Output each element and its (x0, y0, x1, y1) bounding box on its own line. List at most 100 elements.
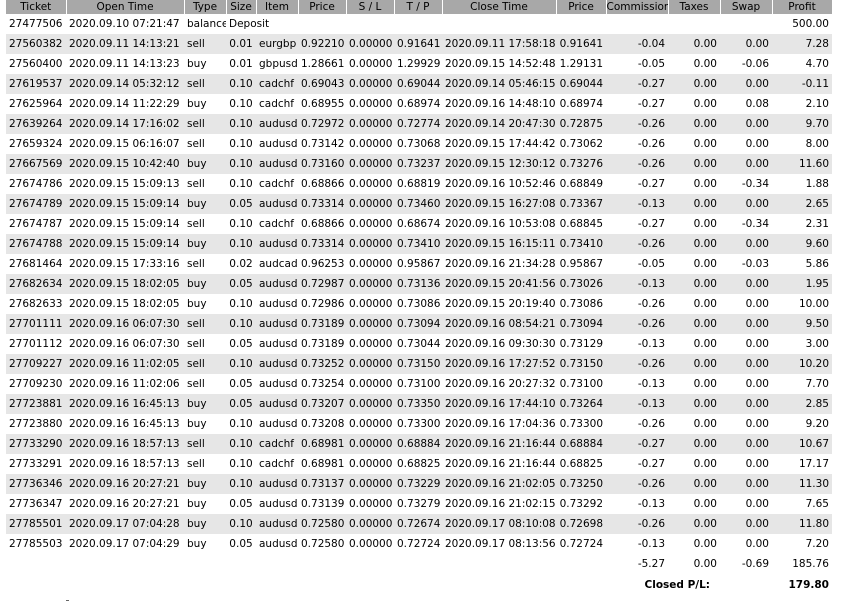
trade-row[interactable]: 27733290 2020.09.16 18:57:13 sell 0.10 cadch… (6, 434, 832, 454)
close-price-cell: 0.73300 (559, 418, 603, 430)
trade-row[interactable]: 27709230 2020.09.16 11:02:06 sell 0.05 audus… (6, 374, 832, 394)
trade-row[interactable]: 27736347 2020.09.16 20:27:21 buy 0.05 audusd… (6, 494, 832, 514)
item-cell: audusd (259, 338, 298, 350)
item-cell: audusd (256, 394, 298, 414)
trade-row[interactable]: 27619537 2020.09.14 05:32:12 sell 0.10 cadch… (6, 74, 832, 94)
commission-cell: -0.27 (637, 178, 665, 190)
sl-cell: 0.00000 (349, 218, 393, 230)
trade-row[interactable]: 27659324 2020.09.15 06:16:07 sell 0.10 audus… (6, 134, 832, 154)
trade-row[interactable]: 27674789 2020.09.15 15:09:14 buy 0.05 audusd… (6, 194, 832, 214)
trade-row[interactable]: 27682634 2020.09.15 18:02:05 buy 0.05 audusd… (6, 274, 832, 294)
trade-row[interactable]: 27701112 2020.09.16 06:07:30 sell 0.05 audus… (6, 334, 832, 354)
col-header-taxes[interactable]: Taxes (668, 0, 721, 14)
totals-spacer (6, 554, 606, 574)
size-cell: 0.01 (229, 58, 253, 70)
sl-cell: 0.00000 (346, 234, 394, 254)
commission-cell: -0.13 (606, 274, 668, 294)
sl-cell: 0.00000 (349, 138, 393, 150)
totals-row: -5.27 0.00 -0.69 185.76 (6, 554, 832, 574)
trade-row[interactable]: 27560400 2020.09.11 14:13:23 buy 0.01 gbpusd… (6, 54, 832, 74)
tp-cell: 0.68884 (394, 434, 442, 454)
col-header-swap[interactable]: Swap (720, 0, 773, 14)
swap-cell: 0.00 (745, 338, 769, 350)
close-time-cell: 2020.09.15 16:15:11 (442, 234, 556, 254)
swap-cell: 0.08 (745, 98, 769, 110)
trade-row[interactable]: 27667569 2020.09.15 10:42:40 buy 0.10 audusd… (6, 154, 832, 174)
taxes-cell: 0.00 (668, 74, 720, 94)
balance-row[interactable]: 27477506 2020.09.10 07:21:47 balance Dep… (6, 14, 832, 34)
size-cell: 0.05 (226, 274, 256, 294)
close-time-cell: 2020.09.16 17:04:36 (445, 418, 556, 430)
sl-cell: 0.00000 (349, 418, 393, 430)
ticket-cell: 27674786 (9, 178, 63, 190)
trade-row[interactable]: 27639264 2020.09.14 17:16:02 sell 0.10 audus… (6, 114, 832, 134)
open-time-cell: 2020.09.15 18:02:05 (66, 274, 184, 294)
commission-cell: -0.27 (606, 434, 668, 454)
item-cell: audusd (256, 114, 298, 134)
open-price-cell: 0.68955 (301, 98, 345, 110)
swap-cell: 0.00 (720, 234, 772, 254)
ticket-cell: 27723881 (6, 394, 66, 414)
trade-row[interactable]: 27560382 2020.09.11 14:13:21 sell 0.01 eurgb… (6, 34, 832, 54)
sl-cell: 0.00000 (349, 538, 393, 550)
trade-row[interactable]: 27682633 2020.09.15 18:02:05 buy 0.10 audusd… (6, 294, 832, 314)
commission-cell: -0.04 (606, 34, 668, 54)
trade-row[interactable]: 27674788 2020.09.15 15:09:14 buy 0.10 audusd… (6, 234, 832, 254)
col-header-close-price[interactable]: Price (556, 0, 607, 14)
profit-cell: 7.20 (805, 538, 829, 550)
trade-row[interactable]: 27681464 2020.09.15 17:33:16 sell 0.02 audca… (6, 254, 832, 274)
col-header-open-price[interactable]: Price (298, 0, 347, 14)
trade-row[interactable]: 27736346 2020.09.16 20:27:21 buy 0.10 audusd… (6, 474, 832, 494)
size-cell: 0.05 (226, 194, 256, 214)
sl-cell: 0.00000 (346, 354, 394, 374)
open-price-cell: 0.92210 (298, 34, 346, 54)
taxes-cell: 0.00 (668, 34, 720, 54)
col-header-close-time[interactable]: Close Time (442, 0, 557, 14)
col-header-sl[interactable]: S / L (346, 0, 395, 14)
trade-row[interactable]: 27674786 2020.09.15 15:09:13 sell 0.10 cadch… (6, 174, 832, 194)
type-cell: buy (184, 274, 226, 294)
trade-row[interactable]: 27701111 2020.09.16 06:07:30 sell 0.10 audus… (6, 314, 832, 334)
col-header-type[interactable]: Type (184, 0, 227, 14)
trade-row[interactable]: 27674787 2020.09.15 15:09:14 sell 0.10 cadch… (6, 214, 832, 234)
open-price-cell: 1.28661 (301, 58, 345, 70)
trade-row[interactable]: 27709227 2020.09.16 11:02:05 sell 0.10 audus… (6, 354, 832, 374)
size-cell: 0.10 (226, 74, 256, 94)
trade-row[interactable]: 27723881 2020.09.16 16:45:13 buy 0.05 audusd… (6, 394, 832, 414)
sl-cell: 0.00000 (349, 298, 393, 310)
size-cell: 0.05 (229, 538, 253, 550)
type-cell: buy (184, 154, 226, 174)
trade-row[interactable]: 27625964 2020.09.14 11:22:29 buy 0.10 cadchf… (6, 94, 832, 114)
trade-row[interactable]: 27785501 2020.09.17 07:04:28 buy 0.10 audusd… (6, 514, 832, 534)
profit-cell: 11.30 (772, 474, 832, 494)
col-header-size[interactable]: Size (226, 0, 257, 14)
sl-cell: 0.00000 (346, 274, 394, 294)
close-price-cell: 0.73264 (556, 394, 606, 414)
close-time-cell: 2020.09.16 10:52:46 (445, 178, 556, 190)
close-time-cell: 2020.09.15 14:52:48 (445, 58, 556, 70)
taxes-cell: 0.00 (693, 458, 717, 470)
open-price-cell: 0.73160 (298, 154, 346, 174)
item-cell: audusd (259, 418, 298, 430)
open-time-cell: 2020.09.14 11:22:29 (69, 98, 180, 110)
swap-cell: 0.00 (720, 154, 772, 174)
taxes-cell: 0.00 (668, 474, 720, 494)
col-header-commission[interactable]: Commission (606, 0, 669, 14)
item-cell: audusd (259, 498, 298, 510)
ticket-cell: 27560400 (9, 58, 63, 70)
type-cell: sell (187, 458, 205, 470)
closed-pl-label: Closed P/L: (606, 574, 720, 596)
total-swap: -0.69 (720, 554, 772, 574)
ticket-cell: 27736346 (6, 474, 66, 494)
tp-cell: 0.68825 (397, 458, 441, 470)
col-header-ticket[interactable]: Ticket (6, 0, 67, 14)
col-header-profit[interactable]: Profit (772, 0, 833, 14)
trade-row[interactable]: 27733291 2020.09.16 18:57:13 sell 0.10 cadch… (6, 454, 832, 474)
col-header-open-time[interactable]: Open Time (66, 0, 185, 14)
trade-row[interactable]: 27785503 2020.09.17 07:04:29 buy 0.05 audusd… (6, 534, 832, 554)
col-header-tp[interactable]: T / P (394, 0, 443, 14)
col-header-item[interactable]: Item (256, 0, 299, 14)
trade-row[interactable]: 27723880 2020.09.16 16:45:13 buy 0.10 audusd… (6, 414, 832, 434)
profit-cell: 11.80 (772, 514, 832, 534)
type-cell: sell (187, 338, 205, 350)
